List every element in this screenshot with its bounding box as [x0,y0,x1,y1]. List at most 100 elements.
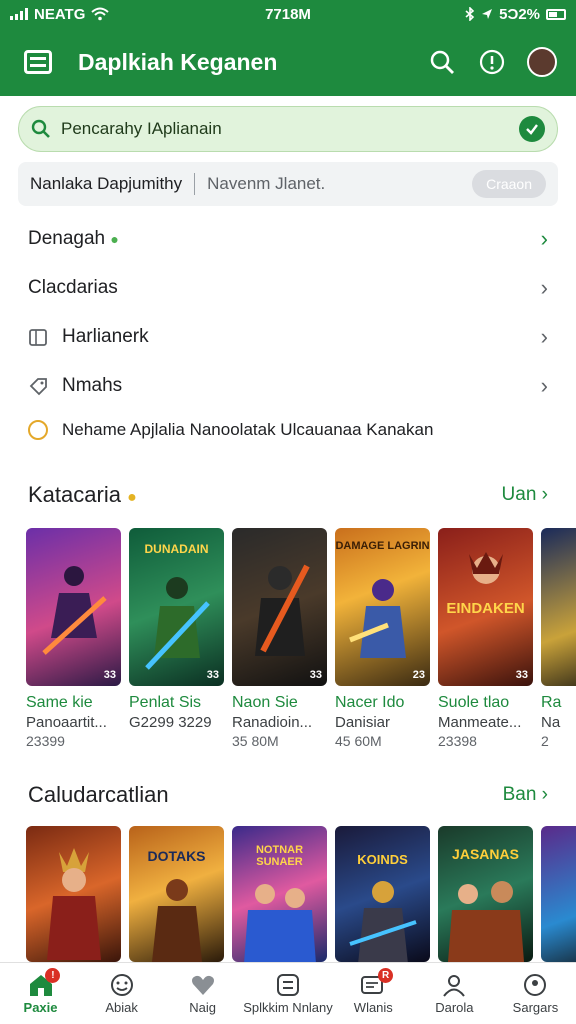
nav-label: Splkkim Nnlany [243,999,333,1015]
clock: 7718M [265,5,311,23]
person-icon [443,974,466,997]
nav-item-messages[interactable]: R Wlanis [333,963,414,1024]
heart-icon [191,975,214,995]
nav-item-apps[interactable]: Splkkim Nnlany [243,963,333,1024]
nav-item-home[interactable]: ! Paxie [0,963,81,1024]
app-thumbnail [541,826,576,962]
chevron-right-icon: › [540,372,548,398]
card-title-art: DOTAKS [147,848,206,864]
check-icon[interactable] [519,116,545,142]
app-subtitle: Panoaartit... [26,714,107,731]
nav-item-favorites[interactable]: Naig [162,963,243,1024]
avatar [527,47,557,77]
nav-label: Paxie [23,999,58,1015]
menu-item-0[interactable]: Denagah ● › [0,214,576,263]
nav-item-account[interactable]: Sargars [495,963,576,1024]
nav-item-games[interactable]: Abiak [81,963,162,1024]
app-card[interactable]: JASANAS [438,826,533,962]
app-size: 2 [541,733,549,749]
book-icon [28,327,52,347]
app-card[interactable]: Ra Na 2 [541,528,576,749]
app-card[interactable]: DAMAGE LAGRIN 23 Nacer Ido Danisiar 45 6… [335,528,430,749]
menu-item-2[interactable]: Harlianerk › [0,312,576,361]
app-rail-1: 33 Same kie Panoaartit... 23399 DUNADAIN… [26,528,576,749]
chevron-right-icon: › [540,323,548,349]
app-size: 35 80M [232,733,279,749]
app-thumbnail: 33 [232,528,327,686]
nav-item-profile[interactable]: Darola [414,963,495,1024]
chevron-right-icon: › [540,274,548,300]
carrier-label: NEATG [34,5,86,23]
menu-item-1[interactable]: Clacdarias › [0,263,576,312]
app-thumbnail: DAMAGE LAGRIN 23 [335,528,430,686]
menu-item-3[interactable]: Nmahs › [0,361,576,410]
search-button[interactable] [422,42,462,82]
app-thumbnail [541,528,576,686]
account-icon [524,973,547,996]
app-thumbnail [26,826,121,962]
chevron-right-icon: › [540,225,548,251]
see-more-link[interactable]: Ban › [503,784,548,806]
menu-icon[interactable] [24,50,52,74]
card-title-art: NOTNAR SUNAER [255,844,304,868]
app-card[interactable]: KOINDS [335,826,430,962]
section-title: Caludarcatlian [28,782,169,807]
app-card[interactable]: 33 Naon Sie Ranadioin... 35 80M [232,528,327,749]
app-thumbnail: EINDAKEN 33 [438,528,533,686]
app-name: Ra [541,694,562,711]
info-button[interactable] [472,42,512,82]
rating-badge: 23 [412,669,425,681]
section-title: Katacaria ● [28,482,137,507]
coin-icon [28,420,48,440]
app-card[interactable]: DOTAKS [129,826,224,962]
card-title-art: DUNADAIN [144,542,209,556]
app-name: Suole tlao [438,694,510,711]
app-card[interactable] [541,826,576,962]
games-icon [110,973,133,996]
rating-badge: 33 [309,669,322,681]
menu-item-label: Denagah ● [28,227,119,249]
apps-icon [276,973,299,996]
app-card[interactable]: DUNADAIN 33 Penlat Sis G2299 3229 [129,528,224,749]
notice-text: Nehame Apjlalia Nanoolatak Ulcauanaa Kan… [62,420,434,439]
notification-badge: ! [45,968,61,983]
card-title-art: EINDAKEN [446,600,525,617]
wifi-icon [91,7,110,21]
menu-item-label: Harlianerk [62,325,149,347]
app-name: Nacer Ido [335,694,405,711]
app-thumbnail: KOINDS [335,826,430,962]
menu-item-label: Clacdarias [28,276,118,298]
filter-bar: Nanlaka Dapjumithy Navenm Jlanet. Craaon [18,162,558,206]
divider [194,173,196,195]
menu-list: Denagah ● › Clacdarias › Harlianerk › Nm… [0,214,576,450]
filter-right-label[interactable]: Navenm Jlanet. [207,174,472,194]
nav-label: Darola [435,999,474,1015]
app-subtitle: Danisiar [335,714,391,731]
app-name: Naon Sie [232,694,298,711]
notice-row[interactable]: Nehame Apjlalia Nanoolatak Ulcauanaa Kan… [0,410,576,450]
rating-badge: 33 [515,669,528,681]
app-card[interactable]: NOTNAR SUNAER [232,826,327,962]
app-thumbnail: NOTNAR SUNAER [232,826,327,962]
rating-badge: 33 [103,669,116,681]
status-bar: NEATG 7718M 5Ɔ2% [0,0,576,28]
nav-label: Naig [189,999,217,1015]
app-screen: NEATG 7718M 5Ɔ2% Daplkiah Keganen Pencar… [0,0,576,1024]
profile-button[interactable] [522,42,562,82]
app-size: 23399 [26,733,65,749]
see-more-link[interactable]: Uan › [502,484,548,506]
app-subtitle: Manmeate... [438,714,522,731]
app-card[interactable]: 33 Same kie Panoaartit... 23399 [26,528,121,749]
filter-button[interactable]: Craaon [472,170,546,198]
search-input[interactable]: Pencarahy IAplianain [18,106,558,152]
app-subtitle: Na [541,714,561,731]
app-card[interactable] [26,826,121,962]
section-header: Katacaria ● Uan › [0,475,576,515]
search-icon [430,50,454,74]
page-title: Daplkiah Keganen [78,48,278,75]
filter-left-label[interactable]: Nanlaka Dapjumithy [30,174,182,194]
rating-badge: 33 [206,669,219,681]
notification-badge: R [378,968,394,983]
app-name: Penlat Sis [129,694,202,711]
app-card[interactable]: EINDAKEN 33 Suole tlao Manmeate... 23398 [438,528,533,749]
